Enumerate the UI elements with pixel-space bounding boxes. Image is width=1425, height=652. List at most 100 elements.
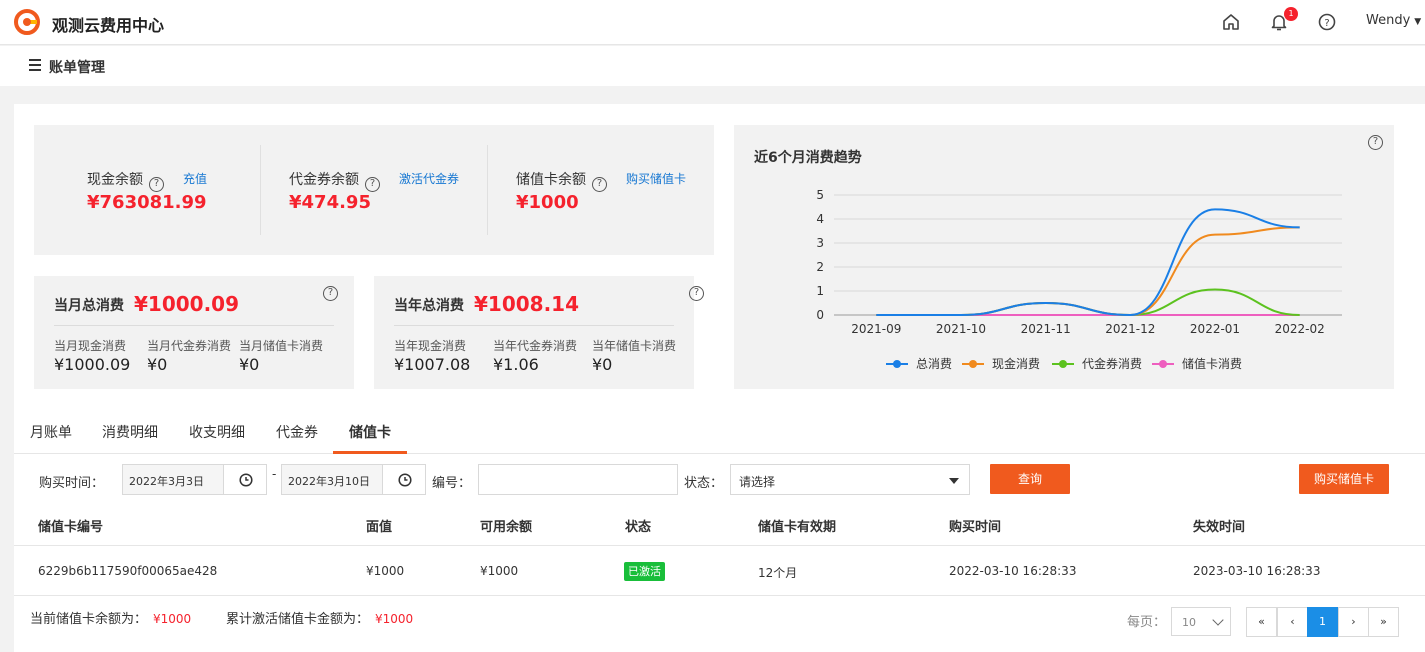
help-circle-icon[interactable]: ? [1316,11,1338,33]
first-page-button[interactable]: « [1246,607,1277,637]
monthly-total-label: 当月总消费 [54,298,124,314]
column-header: 购买时间 [949,520,1002,535]
legend-marker [1159,360,1167,368]
x-tick-label: 2021-09 [851,322,901,336]
series-line [876,226,1300,317]
y-tick-label: 5 [816,188,824,202]
card-balance-label: 储值卡余额? [516,169,607,192]
legend-marker [1059,360,1067,368]
monthly-voucher-label: 当月代金券消费 [147,339,232,353]
yearly-voucher-label: 当年代金券消费 [493,339,578,353]
sub-header: 账单管理 [0,46,1425,86]
monthly-voucher-value: ¥0 [147,355,168,374]
cash-balance-value: ¥763081.99 [87,192,207,213]
face-value-cell: ¥1000 [366,564,405,578]
y-tick-label: 0 [816,308,824,322]
next-page-button[interactable]: › [1338,607,1369,637]
monthly-cash-label: 当月现金消费 [54,339,127,353]
column-header: 面值 [366,520,393,535]
page-title: 账单管理 [49,60,105,76]
balance-card: 现金余额? 充值 ¥763081.99 代金券余额? 激活代金券 ¥474.95… [34,125,714,255]
per-page-select[interactable]: 10 [1171,607,1231,636]
number-input[interactable] [478,464,678,495]
legend-marker [893,360,901,368]
menu-icon[interactable] [29,59,41,71]
available-balance-cell: ¥1000 [480,564,519,578]
date-to-calendar-button[interactable] [382,465,425,494]
date-separator: - [272,467,277,481]
date-to-picker[interactable]: 2022年3月10日 [281,464,426,495]
date-from-picker[interactable]: 2022年3月3日 [122,464,267,495]
y-tick-label: 4 [816,212,824,226]
x-tick-label: 2021-10 [936,322,986,336]
y-tick-label: 3 [816,236,824,250]
x-tick-label: 2022-02 [1275,322,1325,336]
svg-text:?: ? [1324,18,1329,29]
column-header: 可用余额 [480,520,533,535]
page-button-current[interactable]: 1 [1307,607,1338,637]
yearly-cash-value: ¥1007.08 [394,355,471,374]
user-menu[interactable]: Wendy ▼ [1366,13,1421,28]
legend-label: 现金消费 [992,356,1040,371]
monthly-card-value: ¥0 [239,355,260,374]
clock-icon [239,473,253,487]
tab-voucher[interactable]: 代金券 [276,422,318,442]
status-badge: 已激活 [624,562,665,581]
question-icon[interactable]: ? [689,286,704,301]
activate-voucher-link[interactable]: 激活代金券 [399,170,459,187]
number-label: 编号： [432,476,472,491]
x-tick-label: 2022-01 [1190,322,1240,336]
activated-card-total-summary: 累计激活储值卡金额为： ¥1000 [226,608,413,627]
prev-page-button[interactable]: ‹ [1277,607,1308,637]
last-page-button[interactable]: » [1368,607,1399,637]
yearly-voucher-value: ¥1.06 [493,355,539,374]
summary-label: 累计激活储值卡金额为： [226,612,370,627]
tab-income-expense-detail[interactable]: 收支明细 [189,422,245,442]
table-row: 6229b6b117590f00065ae428 ¥1000 ¥1000 已激活… [14,546,1425,596]
summary-value: ¥1000 [375,612,414,626]
tab-bar: 月账单 消费明细 收支明细 代金券 储值卡 [14,414,1425,454]
legend-label: 储值卡消费 [1182,356,1242,371]
date-from-calendar-button[interactable] [223,465,266,494]
tab-monthly-bill[interactable]: 月账单 [30,422,72,442]
column-header: 失效时间 [1193,520,1246,535]
question-icon[interactable]: ? [323,286,338,301]
query-button[interactable]: 查询 [990,464,1070,494]
voucher-balance-value: ¥474.95 [289,192,371,213]
cash-balance-label: 现金余额? [87,169,164,192]
yearly-consumption-card: 当年总消费 ¥1008.14 ? 当年现金消费 ¥1007.08 当年代金券消费… [374,276,704,389]
expire-time-cell: 2023-03-10 16:28:33 [1193,564,1321,578]
recharge-link[interactable]: 充值 [183,170,207,187]
tab-stored-value-card[interactable]: 储值卡 [349,422,391,442]
summary-label: 当前储值卡余额为： [30,612,148,627]
divider [487,145,488,235]
date-from-value: 2022年3月3日 [129,475,204,488]
status-select[interactable]: 请选择 [730,464,970,495]
voucher-balance-label: 代金券余额? [289,169,380,192]
legend-label: 代金券消费 [1082,356,1142,371]
x-tick-label: 2021-11 [1021,322,1071,336]
question-icon[interactable]: ? [365,177,380,192]
divider [260,145,261,235]
home-icon[interactable] [1220,11,1242,33]
notification-badge: 1 [1284,7,1298,21]
per-page-value: 10 [1182,616,1196,629]
yearly-total-value: ¥1008.14 [474,292,580,316]
yearly-total-label: 当年总消费 [394,298,464,314]
table-header: 储值卡编号 面值 可用余额 状态 储值卡有效期 购买时间 失效时间 [14,504,1425,546]
question-icon[interactable]: ? [149,177,164,192]
summary-value: ¥1000 [153,612,192,626]
buy-card-link[interactable]: 购买储值卡 [626,170,686,187]
buy-card-button[interactable]: 购买储值卡 [1299,464,1389,494]
series-line [876,208,1300,317]
tab-consumption-detail[interactable]: 消费明细 [102,422,158,442]
status-label: 状态： [684,476,724,491]
username: Wendy [1366,13,1411,28]
question-icon[interactable]: ? [592,177,607,192]
yearly-card-value: ¥0 [592,355,613,374]
logo-icon [14,9,40,35]
caret-down-icon: ▼ [1414,17,1422,27]
per-page-label: 每页： [1127,615,1167,630]
active-tab-indicator [333,451,407,454]
current-card-balance-summary: 当前储值卡余额为： ¥1000 [30,608,191,627]
